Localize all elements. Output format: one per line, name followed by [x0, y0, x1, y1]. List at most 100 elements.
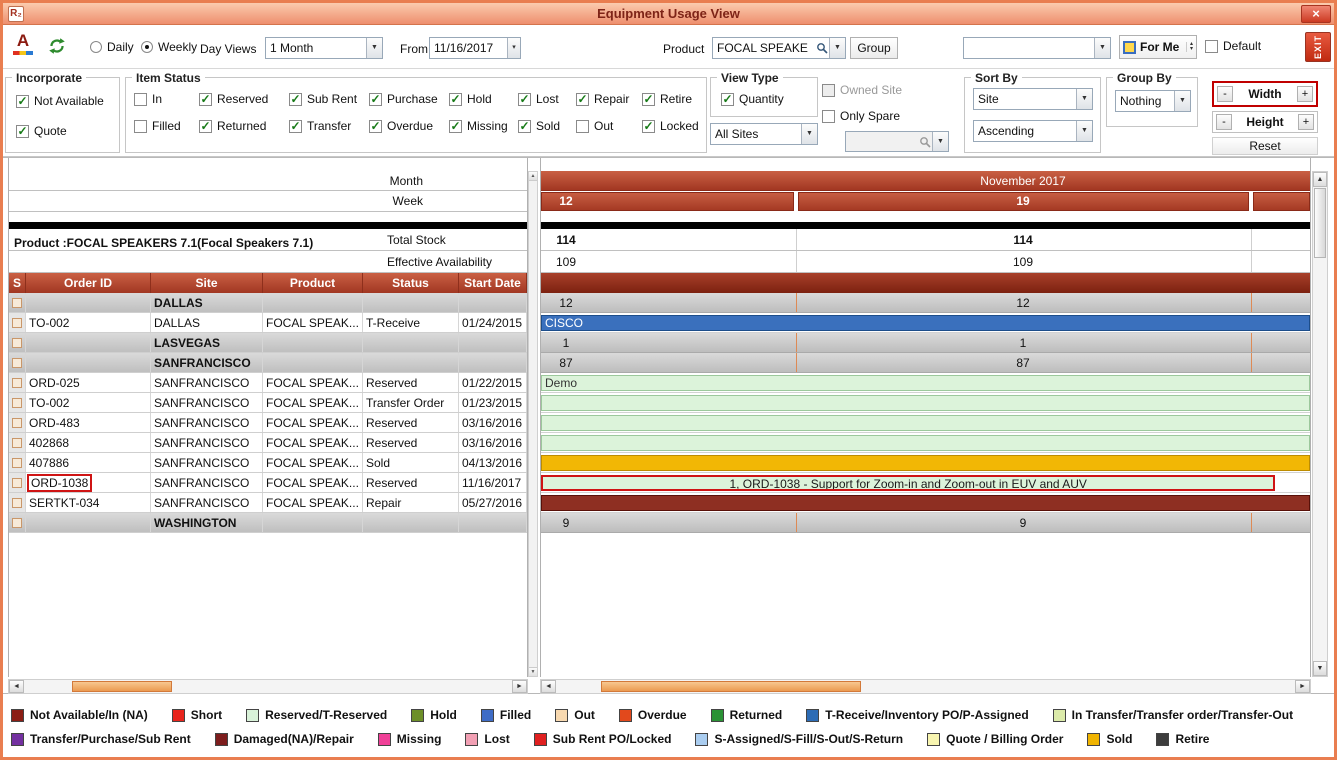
gantt-bar[interactable]: 1, ORD-1038 - Support for Zoom-in and Zo… — [541, 475, 1275, 491]
column-header-product[interactable]: Product — [263, 273, 363, 293]
checkbox-in[interactable]: In — [134, 92, 199, 106]
only-spare-checkbox[interactable]: Only Spare — [822, 109, 900, 123]
checkbox-overdue[interactable]: ✓Overdue — [369, 119, 449, 133]
scroll-left-icon[interactable]: ◄ — [9, 680, 24, 693]
scroll-right-icon[interactable]: ► — [512, 680, 527, 693]
for-me-button[interactable]: For Me ▴ ▾ — [1119, 35, 1197, 59]
group-by-combo[interactable]: Nothing ▼ — [1115, 90, 1191, 112]
chevron-down-icon[interactable]: ▼ — [1076, 121, 1092, 141]
chevron-down-icon[interactable]: ▼ — [829, 38, 845, 58]
chevron-down-icon[interactable]: ▼ — [801, 124, 817, 144]
calendar-dropdown-icon[interactable]: ▾ — [507, 38, 520, 58]
close-button[interactable]: × — [1301, 5, 1331, 23]
scroll-down-icon[interactable]: ▼ — [529, 667, 537, 676]
default-checkbox[interactable]: Default — [1205, 39, 1261, 53]
order-row[interactable]: 402868SANFRANCISCOFOCAL SPEAK...Reserved… — [9, 433, 527, 453]
order-row[interactable]: ORD-025SANFRANCISCOFOCAL SPEAK...Reserve… — [9, 373, 527, 393]
gantt-bar[interactable] — [541, 415, 1310, 431]
column-header-status[interactable]: Status — [363, 273, 459, 293]
reset-button[interactable]: Reset — [1212, 137, 1318, 155]
checkbox-quote[interactable]: ✓Quote — [16, 124, 104, 138]
column-header-site[interactable]: Site — [151, 273, 263, 293]
checkbox-retire[interactable]: ✓Retire — [642, 92, 706, 106]
column-header-order-id[interactable]: Order ID — [26, 273, 151, 293]
sort-direction-combo[interactable]: Ascending ▼ — [973, 120, 1093, 142]
exit-button[interactable]: EXIT — [1305, 32, 1331, 62]
gantt-bar[interactable] — [541, 435, 1310, 451]
checkbox-repair[interactable]: ✓Repair — [576, 92, 642, 106]
left-vertical-scrollbar[interactable]: ▲ ▼ — [528, 171, 538, 677]
daily-radio[interactable]: Daily — [90, 40, 134, 54]
column-header-s[interactable]: S — [9, 273, 26, 293]
scroll-up-icon[interactable]: ▲ — [529, 172, 537, 181]
checkbox-locked[interactable]: ✓Locked — [642, 119, 706, 133]
height-minus-button[interactable]: - — [1216, 114, 1232, 130]
scrollbar-thumb[interactable] — [601, 681, 861, 692]
from-date-value: 11/16/2017 — [430, 38, 507, 58]
scroll-left-icon[interactable]: ◄ — [541, 680, 556, 693]
gantt-bar[interactable]: Demo — [541, 375, 1310, 391]
checkbox-sold[interactable]: ✓Sold — [518, 119, 576, 133]
gantt-group-value: 9 — [1020, 516, 1027, 530]
quick-select-combo[interactable]: ▼ — [963, 37, 1111, 59]
checkbox-hold[interactable]: ✓Hold — [449, 92, 518, 106]
chevron-down-icon[interactable]: ▼ — [1094, 38, 1110, 58]
week-row-label: Week — [393, 194, 423, 208]
checkbox-filled[interactable]: Filled — [134, 119, 199, 133]
order-row[interactable]: TO-002DALLASFOCAL SPEAK...T-Receive01/24… — [9, 313, 527, 333]
site-group-row[interactable]: WASHINGTON — [9, 513, 527, 533]
refresh-icon[interactable] — [47, 36, 67, 56]
order-row[interactable]: SERTKT-034SANFRANCISCOFOCAL SPEAK...Repa… — [9, 493, 527, 513]
order-row[interactable]: TO-002SANFRANCISCOFOCAL SPEAK...Transfer… — [9, 393, 527, 413]
legend-item: Sold — [1087, 732, 1132, 746]
column-header-start-date[interactable]: Start Date — [459, 273, 527, 293]
legend-swatch — [555, 709, 568, 722]
scroll-right-icon[interactable]: ► — [1295, 680, 1310, 693]
day-views-combo[interactable]: 1 Month ▼ — [265, 37, 383, 59]
checkbox-label: Purchase — [387, 92, 438, 106]
weekly-radio[interactable]: Weekly — [141, 40, 197, 54]
gantt-bar[interactable] — [541, 455, 1310, 471]
height-plus-button[interactable]: + — [1298, 114, 1314, 130]
quantity-checkbox[interactable]: ✓Quantity — [721, 92, 784, 106]
site-group-row[interactable]: SANFRANCISCO — [9, 353, 527, 373]
checkbox-returned[interactable]: ✓Returned — [199, 119, 289, 133]
product-combo[interactable]: FOCAL SPEAKE ▼ — [712, 37, 846, 59]
right-horizontal-scrollbar[interactable]: ◄ ► — [540, 679, 1311, 694]
gantt-bar[interactable]: CISCO — [541, 315, 1310, 331]
checkbox-purchase[interactable]: ✓Purchase — [369, 92, 449, 106]
checkbox-out[interactable]: Out — [576, 119, 642, 133]
sites-combo[interactable]: All Sites ▼ — [710, 123, 818, 145]
chevron-down-icon: ▼ — [932, 132, 948, 151]
export-icon[interactable]: A — [11, 31, 35, 59]
scroll-up-icon[interactable]: ▲ — [1313, 172, 1327, 187]
checkbox-sub-rent[interactable]: ✓Sub Rent — [289, 92, 369, 106]
right-vertical-scrollbar[interactable]: ▲ ▼ — [1312, 171, 1328, 677]
checkbox-missing[interactable]: ✓Missing — [449, 119, 518, 133]
gantt-bar[interactable] — [541, 395, 1310, 411]
gantt-bar[interactable] — [541, 495, 1310, 511]
checkbox-lost[interactable]: ✓Lost — [518, 92, 576, 106]
checkbox-transfer[interactable]: ✓Transfer — [289, 119, 369, 133]
from-date-input[interactable]: 11/16/2017 ▾ — [429, 37, 521, 59]
site-group-row[interactable]: DALLAS — [9, 293, 527, 313]
order-row[interactable]: ORD-483SANFRANCISCOFOCAL SPEAK...Reserve… — [9, 413, 527, 433]
scroll-down-icon[interactable]: ▼ — [1313, 661, 1327, 676]
chevron-down-icon[interactable]: ▼ — [1076, 89, 1092, 109]
sort-field-combo[interactable]: Site ▼ — [973, 88, 1093, 110]
scrollbar-thumb[interactable] — [72, 681, 172, 692]
width-plus-button[interactable]: + — [1297, 86, 1313, 102]
checkbox-not-available[interactable]: ✓Not Available — [16, 94, 104, 108]
order-row[interactable]: ORD-1038SANFRANCISCOFOCAL SPEAK...Reserv… — [9, 473, 527, 493]
checkbox-reserved[interactable]: ✓Reserved — [199, 92, 289, 106]
search-icon[interactable] — [814, 38, 829, 58]
site-group-row[interactable]: LASVEGAS — [9, 333, 527, 353]
group-button[interactable]: Group — [850, 37, 898, 59]
scrollbar-thumb[interactable] — [1314, 188, 1326, 258]
chevron-down-icon[interactable]: ▼ — [1174, 91, 1190, 111]
chevron-down-icon[interactable]: ▼ — [366, 38, 382, 58]
left-horizontal-scrollbar[interactable]: ◄ ► — [8, 679, 528, 694]
for-me-spinner[interactable]: ▴ ▾ — [1186, 42, 1193, 52]
width-minus-button[interactable]: - — [1217, 86, 1233, 102]
order-row[interactable]: 407886SANFRANCISCOFOCAL SPEAK...Sold04/1… — [9, 453, 527, 473]
